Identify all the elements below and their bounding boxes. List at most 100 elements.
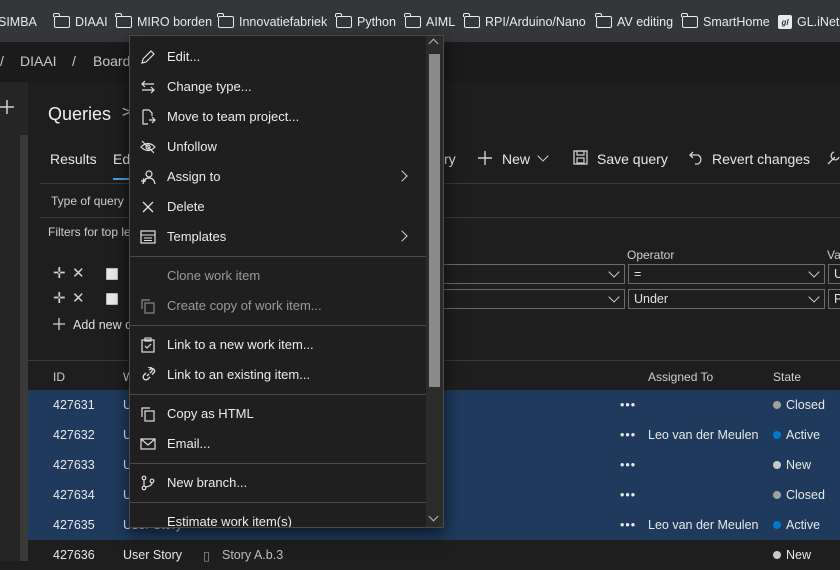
menu-item-change-type[interactable]: Change type... (130, 72, 426, 102)
close-icon (142, 201, 154, 213)
row-more-button[interactable]: ••• (620, 518, 636, 532)
menu-scrollbar-thumb[interactable] (429, 54, 440, 387)
gl-inet-logo-icon: gl (778, 15, 792, 29)
add-row-icon[interactable]: ✛ (53, 264, 66, 282)
chevron-right-icon (396, 170, 408, 182)
field-select[interactable] (440, 289, 625, 309)
tab-results[interactable]: Results (50, 151, 97, 167)
bookmark-glinet[interactable]: glGL.iNet A (778, 13, 840, 31)
column-header-assigned-to[interactable]: Assigned To (648, 370, 713, 384)
menu-item-edit[interactable]: Edit... (130, 42, 426, 72)
folder-icon (217, 13, 234, 28)
bookmark-av-editing[interactable]: AV editing (595, 13, 673, 31)
bookmark-smarthome[interactable]: SmartHome (681, 13, 770, 31)
folder-icon (595, 13, 612, 28)
revert-changes-button[interactable]: Revert changes (712, 151, 810, 167)
row-more-button[interactable]: ••• (620, 428, 636, 442)
menu-separator (130, 463, 426, 464)
row-more-button[interactable]: ••• (620, 398, 636, 412)
state-dot-icon (773, 551, 781, 559)
new-button[interactable]: New (502, 151, 530, 167)
tab-editor[interactable]: Ed (113, 151, 130, 167)
mail-icon (140, 438, 156, 450)
bookmark-innovatiefabriek[interactable]: Innovatiefabriek (217, 13, 327, 31)
plus-icon (53, 318, 65, 330)
filters-label: Filters for top le (48, 225, 131, 239)
add-row-icon[interactable]: ✛ (53, 289, 66, 307)
menu-item-clone-work-item[interactable]: Clone work item (130, 261, 426, 291)
value-select[interactable]: P (828, 289, 840, 309)
add-new-clause-link[interactable]: Add new c (73, 318, 131, 332)
menu-item-estimate-work-items[interactable]: Estimate work item(s) (130, 507, 426, 527)
plus-icon[interactable] (0, 100, 14, 114)
row-type: User Story (123, 548, 183, 562)
column-header-state[interactable]: State (773, 370, 801, 384)
row-id: 427632 (53, 428, 95, 442)
menu-separator (130, 502, 426, 503)
state-dot-icon (773, 431, 781, 439)
bookmark-aiml[interactable]: AIML (404, 13, 455, 31)
save-icon (573, 150, 588, 165)
menu-separator (130, 325, 426, 326)
bookmark-miro-borden[interactable]: MIRO borden (115, 13, 212, 31)
row-more-button[interactable]: ••• (620, 488, 636, 502)
menu-item-unfollow[interactable]: Unfollow (130, 132, 426, 162)
row-assigned-to: Leo van der Meulen (648, 428, 759, 442)
context-menu: Edit... Change type... Move to team proj… (129, 35, 444, 528)
folder-icon (463, 13, 480, 28)
menu-item-new-branch[interactable]: New branch... (130, 468, 426, 498)
row-title: Story A.b.3 (222, 548, 284, 562)
folder-icon (404, 13, 421, 28)
breadcrumb-project[interactable]: DIAAI (20, 53, 57, 69)
row-checkbox[interactable] (106, 293, 118, 305)
operator-select[interactable]: = (628, 264, 825, 284)
menu-separator (130, 256, 426, 257)
menu-item-copy-as-html[interactable]: Copy as HTML (130, 399, 426, 429)
folder-icon (115, 13, 132, 28)
chevron-right-icon (396, 230, 408, 242)
row-id: 427635 (53, 518, 95, 532)
table-row[interactable]: 427636 User Story ▯ Story A.b.3 New (28, 540, 840, 570)
state-dot-icon (773, 521, 781, 529)
menu-item-delete[interactable]: Delete (130, 192, 426, 222)
row-more-button[interactable]: ••• (620, 458, 636, 472)
menu-item-templates[interactable]: Templates (130, 222, 426, 252)
chevron-down-icon (537, 150, 549, 162)
undo-icon (689, 151, 702, 165)
remove-row-icon[interactable]: ✕ (72, 264, 85, 282)
rail-scrollbar[interactable] (20, 135, 28, 561)
menu-item-email[interactable]: Email... (130, 429, 426, 459)
operator-select[interactable]: Under (628, 289, 825, 309)
menu-item-move-to-team-project[interactable]: Move to team project... (130, 102, 426, 132)
state-dot-icon (773, 401, 781, 409)
bookmark-simba[interactable]: SIMBA (0, 13, 37, 31)
row-state: New (786, 458, 812, 472)
operator-header: Operator (627, 248, 675, 262)
run-query-button[interactable]: ry (444, 151, 456, 167)
type-of-query-label: Type of query (51, 194, 124, 208)
move-to-icon (142, 109, 156, 125)
bookmark-diaai[interactable]: DIAAI (53, 13, 108, 31)
state-dot-icon (773, 461, 781, 469)
save-query-button[interactable]: Save query (597, 151, 668, 167)
clipboard-link-icon (141, 337, 155, 353)
menu-item-assign-to[interactable]: Assign to (130, 162, 426, 192)
row-id: 427633 (53, 458, 95, 472)
menu-item-link-existing-item[interactable]: Link to an existing item... (130, 360, 426, 390)
bookmark-rpi-arduino-nano[interactable]: RPI/Arduino/Nano (463, 13, 586, 31)
row-checkbox[interactable] (106, 268, 118, 280)
wrench-icon[interactable] (826, 149, 840, 165)
bookmark-python[interactable]: Python (335, 13, 396, 31)
page-title: Queries (48, 104, 112, 124)
menu-item-link-new-work-item[interactable]: Link to a new work item... (130, 330, 426, 360)
value-select[interactable]: U (828, 264, 840, 284)
breadcrumb-section[interactable]: Board (93, 53, 130, 69)
menu-separator (130, 394, 426, 395)
column-header-id[interactable]: ID (53, 370, 65, 384)
folder-icon (53, 13, 70, 28)
field-select[interactable] (440, 264, 625, 284)
remove-row-icon[interactable]: ✕ (72, 289, 85, 307)
branch-icon (141, 475, 155, 491)
template-icon (140, 230, 156, 244)
menu-item-create-copy[interactable]: Create copy of work item... (130, 291, 426, 321)
